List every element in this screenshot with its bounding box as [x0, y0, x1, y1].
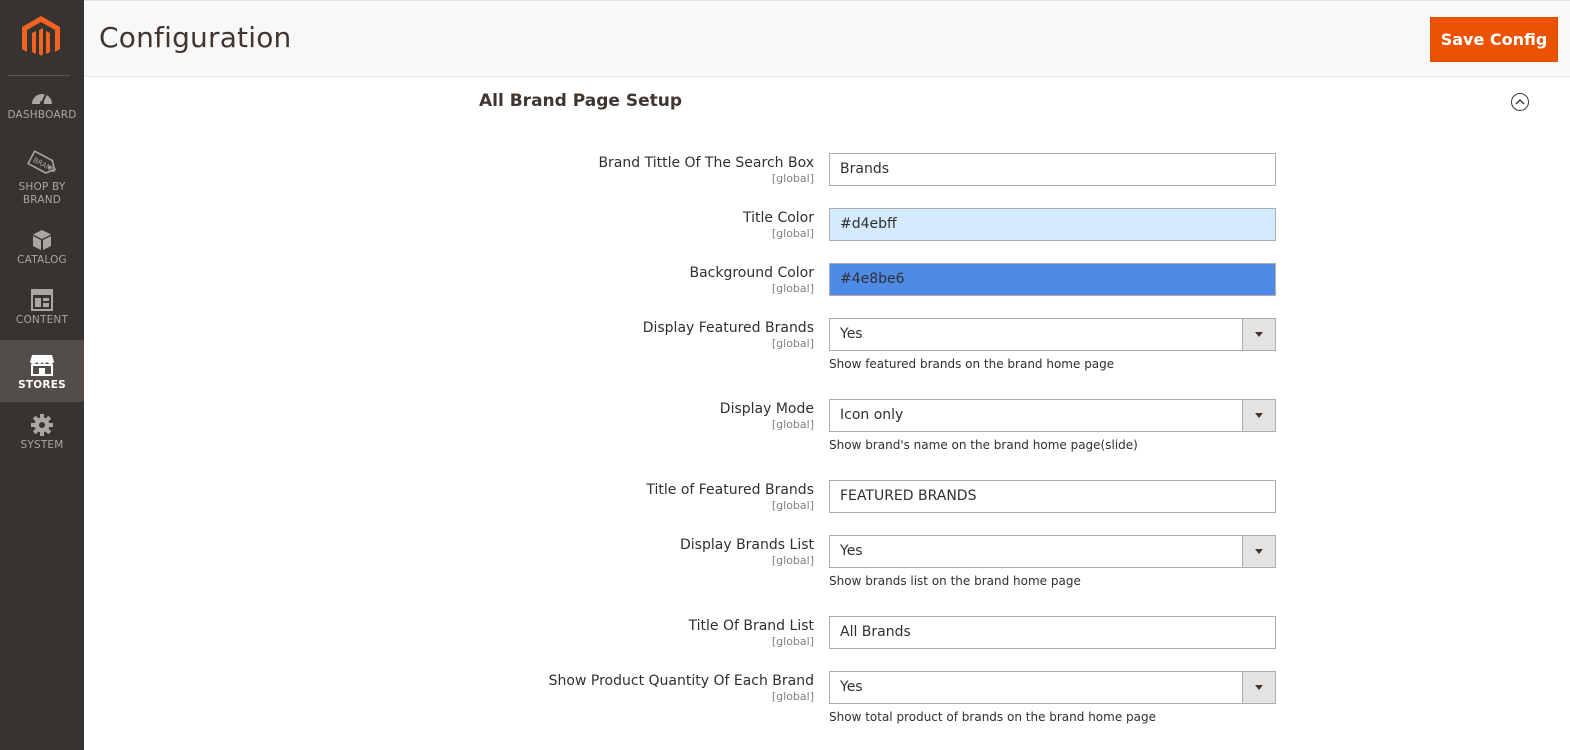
sidebar-item-label: SHOP BY BRAND — [18, 181, 66, 206]
chevron-up-icon — [1515, 99, 1525, 105]
background-color-input[interactable]: #4e8be6 — [829, 263, 1276, 296]
sidebar-item-label: CONTENT — [15, 314, 69, 326]
show-product-quantity-select[interactable]: Yes — [829, 671, 1276, 704]
sidebar-item-catalog[interactable]: CATALOG — [0, 229, 84, 269]
field-label: Title Color — [742, 210, 814, 226]
field-label: Show Product Quantity Of Each Brand — [548, 673, 814, 689]
featured-brands-title-input[interactable]: FEATURED BRANDS — [829, 480, 1276, 513]
select-value: Icon only — [840, 407, 904, 423]
sidebar-item-stores[interactable]: STORES — [0, 340, 84, 402]
scope-label: [global] — [771, 418, 814, 431]
select-arrow[interactable] — [1242, 400, 1275, 431]
content-layout-icon — [31, 289, 53, 311]
field-label: Display Mode — [719, 401, 814, 417]
magento-logo-icon — [22, 16, 60, 56]
sidebar-item-label: STORES — [18, 379, 66, 391]
brand-list-title-input[interactable]: All Brands — [829, 616, 1276, 649]
sidebar-item-shop-by-brand[interactable]: BRAND SHOP BY BRAND — [0, 148, 84, 214]
field-label: Display Featured Brands — [642, 320, 814, 336]
dashboard-icon — [32, 93, 52, 105]
sidebar-item-label: CATALOG — [17, 254, 67, 266]
scope-label: [global] — [771, 690, 814, 703]
select-value: Yes — [840, 326, 863, 342]
select-arrow[interactable] — [1242, 319, 1275, 350]
sidebar-item-label: SYSTEM — [20, 439, 64, 451]
field-label: Background Color — [689, 265, 814, 281]
field-label: Title Of Brand List — [688, 618, 814, 634]
scope-label: [global] — [771, 337, 814, 350]
triangle-down-icon — [1255, 332, 1263, 337]
save-config-button[interactable]: Save Config — [1430, 17, 1558, 62]
sidebar-item-dashboard[interactable]: DASHBOARD — [0, 88, 84, 132]
select-value: Yes — [840, 543, 863, 559]
catalog-box-icon — [33, 230, 51, 250]
section-title[interactable]: All Brand Page Setup — [479, 91, 682, 111]
triangle-down-icon — [1255, 549, 1263, 554]
brand-tag-icon: BRAND — [27, 150, 57, 175]
scope-label: [global] — [771, 499, 814, 512]
select-value: Yes — [840, 679, 863, 695]
field-label: Title of Featured Brands — [646, 482, 814, 498]
field-note: Show total product of brands on the bran… — [829, 710, 1157, 724]
triangle-down-icon — [1255, 685, 1263, 690]
scope-label: [global] — [771, 172, 814, 185]
select-arrow[interactable] — [1242, 536, 1275, 567]
search-box-title-input[interactable]: Brands — [829, 153, 1276, 186]
page-title: Configuration — [99, 21, 292, 54]
select-arrow[interactable] — [1242, 672, 1275, 703]
sidebar-item-content[interactable]: CONTENT — [0, 289, 84, 333]
field-note: Show featured brands on the brand home p… — [829, 357, 1115, 371]
display-brands-list-select[interactable]: Yes — [829, 535, 1276, 568]
scope-label: [global] — [771, 554, 814, 567]
gear-icon — [31, 414, 53, 436]
admin-sidebar: DASHBOARD BRAND SHOP BY BRAND CATALOG CO… — [0, 0, 84, 750]
magento-logo[interactable] — [0, 0, 84, 76]
logo-divider — [8, 75, 70, 76]
display-featured-brands-select[interactable]: Yes — [829, 318, 1276, 351]
field-label: Display Brands List — [680, 537, 814, 553]
field-note: Show brands list on the brand home page — [829, 574, 1081, 588]
field-note: Show brand's name on the brand home page… — [829, 438, 1138, 452]
title-color-input[interactable]: #d4ebff — [829, 208, 1276, 241]
display-mode-select[interactable]: Icon only — [829, 399, 1276, 432]
scope-label: [global] — [771, 227, 814, 240]
sidebar-item-label: DASHBOARD — [7, 109, 77, 121]
section-collapse-toggle[interactable] — [1511, 93, 1529, 111]
sidebar-item-system[interactable]: SYSTEM — [0, 414, 84, 454]
triangle-down-icon — [1255, 413, 1263, 418]
stores-icon — [30, 355, 54, 376]
field-label: Brand Tittle Of The Search Box — [598, 155, 814, 171]
page-header: Configuration Save Config — [84, 0, 1570, 77]
scope-label: [global] — [771, 635, 814, 648]
scope-label: [global] — [771, 282, 814, 295]
